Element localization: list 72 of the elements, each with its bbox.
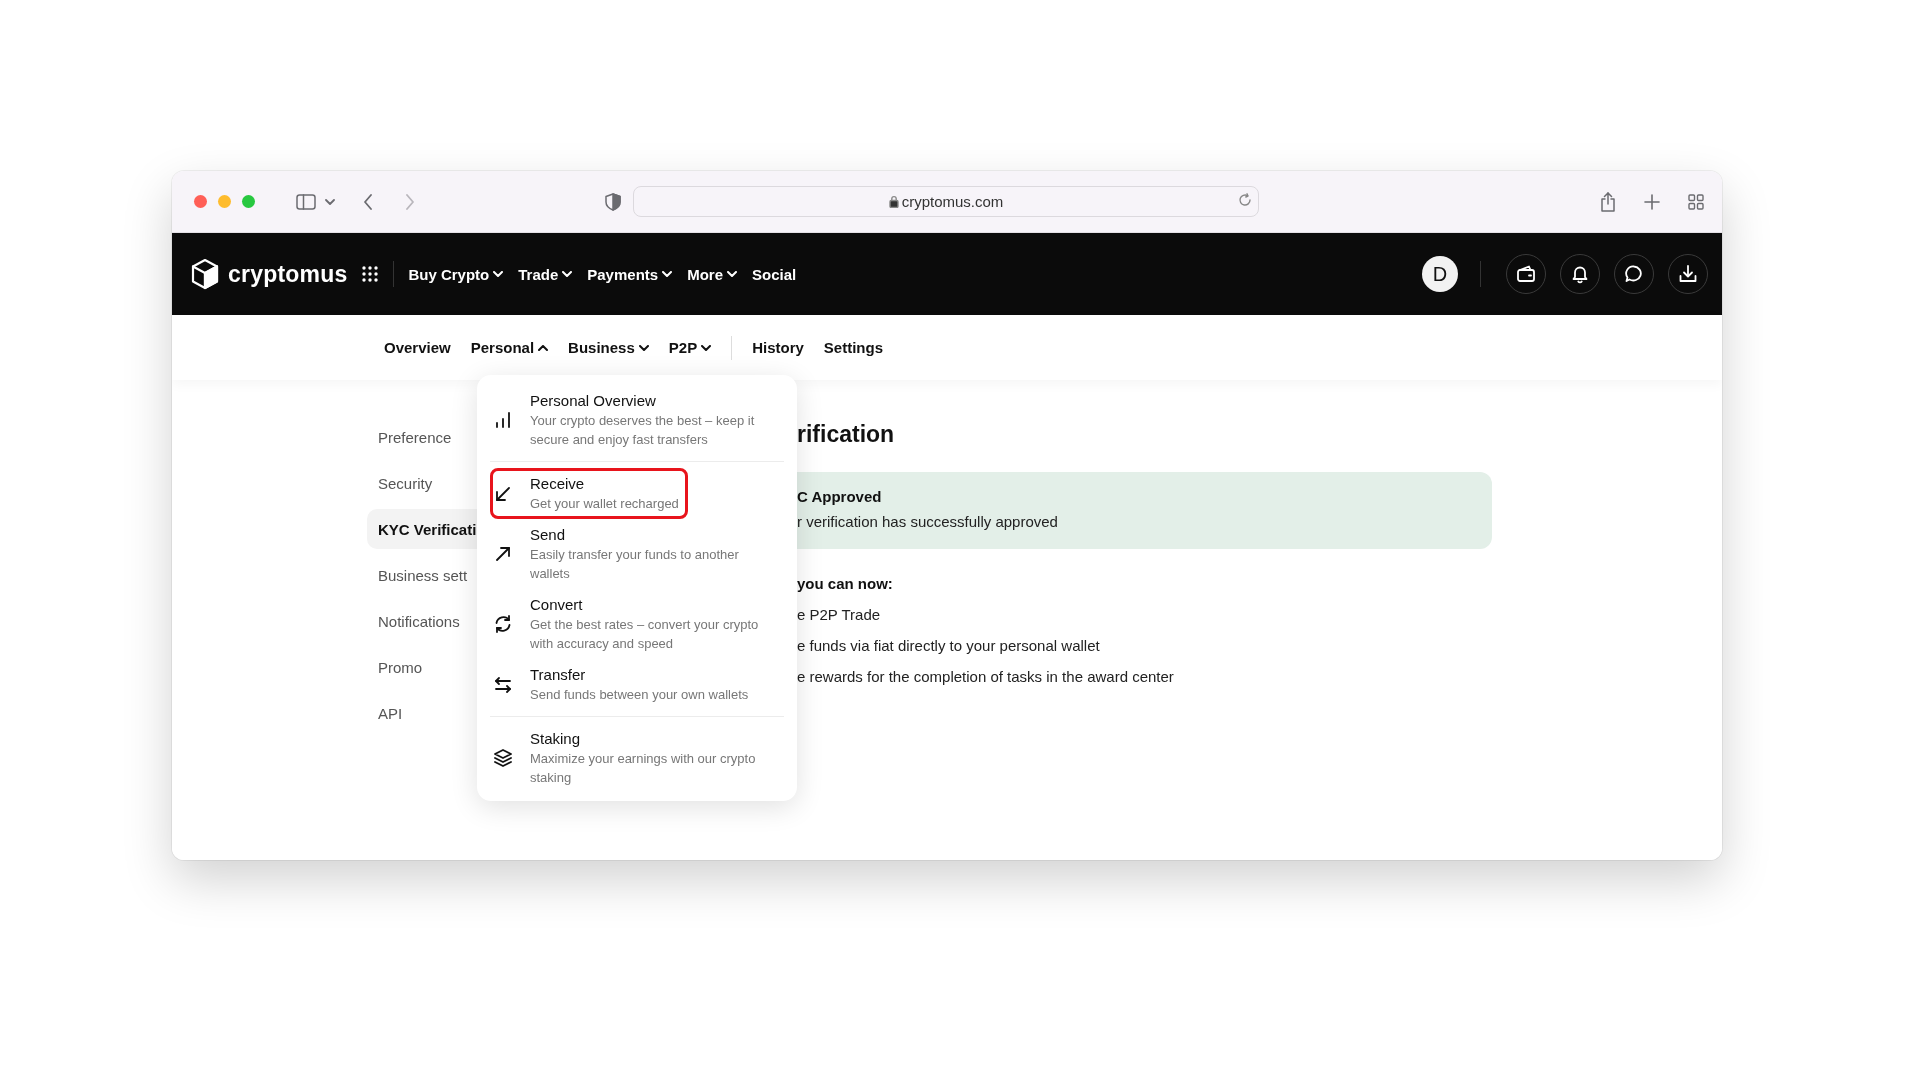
subnav-item[interactable]: Business [568,339,649,356]
sidebar-item[interactable]: Notifications [367,601,477,641]
subnav-item[interactable]: Overview [384,339,451,356]
sidebar-item[interactable]: Security [367,463,477,503]
tab-overview-icon[interactable] [1688,193,1704,210]
dropdown-menu-item[interactable]: Receive Get your wallet recharged [490,468,688,519]
sidebar-item[interactable]: KYC Verificati [367,509,477,549]
menu-item-title: Convert [530,595,584,615]
cube-logo-icon [190,258,220,290]
brand-name[interactable]: cryptomus [228,260,348,288]
menu-item-title: Transfer [530,665,587,685]
share-icon[interactable] [1600,191,1616,212]
menu-item-title: Send [530,525,567,545]
nav-menu-item[interactable]: Payments [587,265,673,283]
refresh-arrows-icon [493,614,513,634]
subnav-item[interactable]: Personal [470,339,549,356]
nav-menu-item[interactable]: More [687,265,737,283]
bar-chart-icon [493,410,513,430]
dropdown-menu-item[interactable]: Transfer Send funds between your own wallets [490,659,784,710]
nav-menu-item[interactable]: Trade [518,265,573,283]
nav-menu-item[interactable]: Buy Crypto [408,265,504,283]
address-bar[interactable]: cryptomus.com [633,186,1259,217]
sidebar-item[interactable]: Business sett [367,555,477,595]
dropdown-menu-item[interactable]: Staking Maximize your earnings with our crypto staking [490,723,784,793]
menu-item-description: Get your wallet recharged [530,495,679,513]
menu-item-description: Easily transfer your funds to another wallets [530,546,740,583]
sidebar-item[interactable]: API [367,693,477,733]
menu-item-description: Get the best rates – convert your crypto with accuracy and speed [530,616,760,653]
notification-bell-icon [1570,264,1590,284]
benefit-item: e rewards for the completion of tasks in the award center [797,667,1175,687]
layers-icon [493,748,513,768]
chat-bubble-icon [1624,264,1644,284]
sidebar-item[interactable]: Promo [367,647,477,687]
url-text: cryptomus.com [901,193,1004,210]
menu-item-description: Your crypto deserves the best – keep it secure and enjoy fast transfers [530,412,756,449]
lock-icon [888,195,899,208]
page-heading: rification [797,420,896,448]
menu-item-title: Personal Overview [530,391,657,411]
wallet-icon [1516,264,1536,284]
reload-icon[interactable] [1238,193,1252,207]
notice-title: C Approved [797,487,883,507]
menu-item-title: Staking [530,729,582,749]
dropdown-menu-item[interactable]: Send Easily transfer your funds to another wallets [490,519,784,589]
back-icon[interactable] [363,193,373,210]
caret-icon [562,271,573,277]
new-tab-icon[interactable] [1644,193,1660,210]
dropdown-menu-item[interactable]: Convert Get the best rates – convert your crypto with accuracy and speed [490,589,784,659]
menu-item-description: Maximize your earnings with our crypto staking [530,750,757,787]
subnav-item[interactable]: History [752,339,804,356]
nav-menu-item[interactable]: Social [752,265,797,283]
caret-icon [493,271,504,277]
menu-item-title: Receive [530,474,586,494]
menu-item-description: Send funds between your own wallets [530,686,749,704]
benefit-item: e P2P Trade [797,605,882,625]
user-avatar[interactable]: D [1422,256,1458,292]
swap-arrows-icon [493,674,513,695]
subnav-item[interactable]: P2P [668,339,712,356]
dropdown-menu-item[interactable]: Personal Overview Your crypto deserves the best – keep it secure and enjoy fast transfers [490,385,784,455]
sidebar-toggle-icon[interactable] [296,193,316,210]
chevron-down-icon[interactable] [325,198,335,205]
window-control-icon[interactable] [194,195,207,208]
caret-icon [727,271,737,277]
caret-icon [662,271,673,277]
download-icon [1678,264,1698,284]
benefit-item: e funds via fiat directly to your personal wallet [797,636,1101,656]
list-intro: you can now: [797,574,894,594]
apps-grid-icon[interactable] [361,265,380,283]
notice-text: r verification has successfully approved [797,512,1059,532]
sidebar-item[interactable]: Preference [367,417,477,457]
subnav-item[interactable]: Settings [823,339,884,356]
shield-icon[interactable] [605,192,621,211]
arrow-up-right-icon [493,544,513,564]
